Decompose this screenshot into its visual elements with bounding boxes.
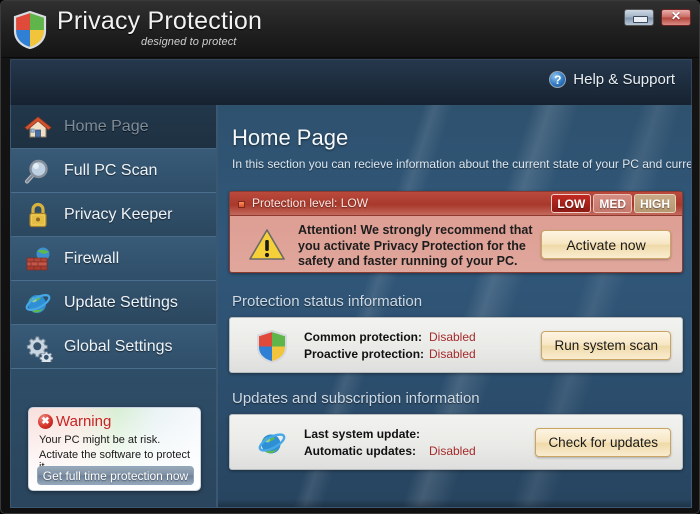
padlock-icon (23, 200, 53, 230)
row-label: Common protection: (304, 330, 429, 344)
alert-message-text: Attention! We strongly recommend that yo… (298, 223, 553, 270)
level-badge-med[interactable]: MED (593, 194, 632, 213)
gears-icon (23, 332, 53, 362)
updates-subscription-heading: Updates and subscription information (232, 390, 480, 407)
app-title: Privacy Protection (57, 7, 262, 36)
globe-icon (256, 427, 288, 460)
level-badge-high[interactable]: HIGH (634, 194, 676, 213)
protection-status-heading: Protection status information (232, 293, 422, 310)
row-value: Disabled (429, 444, 476, 458)
sidebar-item-label: Full PC Scan (64, 162, 157, 180)
sidebar-item-global-settings[interactable]: Global Settings (11, 325, 216, 369)
help-and-support-link[interactable]: ? Help & Support (549, 71, 675, 88)
shield-icon (256, 330, 288, 363)
warning-triangle-icon (248, 228, 286, 262)
updates-subscription-card: Last system update: Automatic updates: D… (229, 414, 683, 470)
application-window: Privacy Protection designed to protect ?… (0, 0, 700, 514)
sidebar-item-home-page[interactable]: Home Page (11, 105, 216, 149)
activate-now-button[interactable]: Activate now (541, 230, 671, 259)
page-title: Home Page (232, 125, 348, 151)
magnifier-icon (23, 156, 53, 186)
protection-status-card: Common protection: Disabled Proactive pr… (229, 317, 683, 373)
row-label: Proactive protection: (304, 347, 429, 361)
shield-icon (13, 11, 47, 49)
question-mark-icon: ? (549, 71, 566, 88)
sidebar-item-privacy-keeper[interactable]: Privacy Keeper (11, 193, 216, 237)
house-icon (23, 112, 53, 142)
sidebar-navigation: Home Page Full PC Scan (10, 105, 217, 508)
alert-header: Protection level: LOW LOW MED HIGH (230, 192, 682, 216)
row-label: Last system update: (304, 427, 429, 441)
warning-text-line-1: Your PC might be at risk. (39, 434, 160, 446)
sidebar-item-label: Global Settings (64, 338, 173, 356)
protection-level-badges: LOW MED HIGH (551, 194, 676, 213)
protection-level-alert-panel: Protection level: LOW LOW MED HIGH Atten… (229, 191, 683, 273)
close-button[interactable] (661, 9, 691, 26)
status-row: Common protection: Disabled (304, 330, 476, 347)
warning-promo-box: ✖ Warning Your PC might be at risk. Acti… (28, 407, 201, 491)
red-square-icon (238, 201, 245, 208)
check-for-updates-button[interactable]: Check for updates (535, 428, 671, 457)
row-value: Disabled (429, 347, 476, 361)
status-row: Proactive protection: Disabled (304, 347, 476, 364)
get-full-time-protection-button[interactable]: Get full time protection now (37, 466, 194, 485)
updates-rows: Last system update: Automatic updates: D… (304, 427, 476, 461)
title-bar: Privacy Protection designed to protect (1, 1, 700, 58)
minimize-button[interactable] (624, 9, 654, 26)
sidebar-item-full-pc-scan[interactable]: Full PC Scan (11, 149, 216, 193)
sidebar-item-firewall[interactable]: Firewall (11, 237, 216, 281)
warning-title: Warning (56, 413, 111, 430)
sidebar-item-label: Update Settings (64, 294, 178, 312)
status-row: Last system update: (304, 427, 476, 444)
status-row: Automatic updates: Disabled (304, 444, 476, 461)
sidebar-item-label: Home Page (64, 118, 149, 136)
warning-title-row: ✖ Warning (38, 413, 111, 430)
protection-level-text: Protection level: LOW (252, 196, 368, 210)
run-system-scan-button[interactable]: Run system scan (541, 331, 671, 360)
sidebar-item-label: Privacy Keeper (64, 206, 173, 224)
help-and-support-label: Help & Support (573, 71, 675, 88)
app-tagline: designed to protect (141, 36, 236, 48)
globe-icon (23, 288, 53, 318)
protection-status-rows: Common protection: Disabled Proactive pr… (304, 330, 476, 364)
main-content-panel: Home Page In this section you can reciev… (217, 105, 692, 508)
row-label: Automatic updates: (304, 444, 429, 458)
error-x-icon: ✖ (38, 414, 53, 429)
row-value: Disabled (429, 330, 476, 344)
level-badge-low[interactable]: LOW (551, 194, 591, 213)
sidebar-item-label: Firewall (64, 250, 119, 268)
firewall-icon (23, 244, 53, 274)
content-bottom-fade (218, 499, 691, 507)
sidebar-item-update-settings[interactable]: Update Settings (11, 281, 216, 325)
help-bar: ? Help & Support (10, 59, 692, 105)
page-subtitle: In this section you can recieve informat… (232, 157, 692, 171)
